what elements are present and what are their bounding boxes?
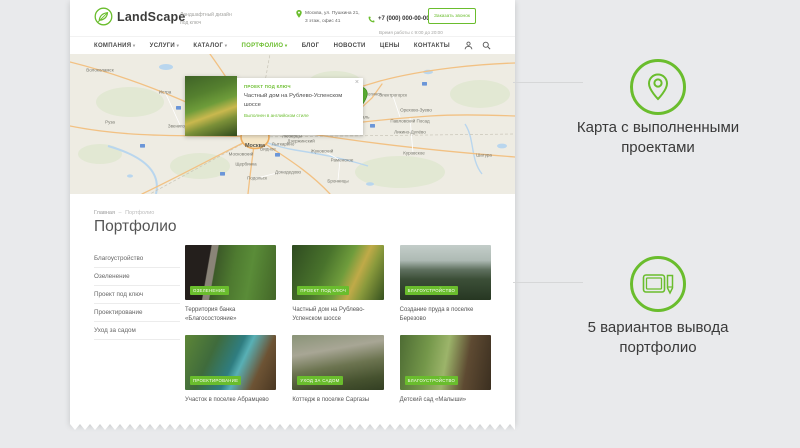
phone-icon (368, 16, 375, 23)
connector-line (513, 82, 583, 83)
portfolio-card-photo: УХОД ЗА САДОМ (292, 335, 383, 390)
map-town-label: Орехово-Зуево (400, 108, 432, 113)
portfolio-card-caption: Территория банка «Благосостояние» (185, 306, 276, 325)
portfolio-card-badge: ПРОЕКТИРОВАНИЕ (190, 376, 241, 385)
map-town-label: Раменское (331, 158, 354, 163)
address-line1: Москва, ул. Пушкина 21, (305, 10, 360, 18)
portfolio-filter-item[interactable]: Озеленение (94, 268, 180, 286)
nav-item[interactable]: КАТАЛОГ (193, 43, 227, 49)
portfolio-filter-item[interactable]: Уход за садом (94, 322, 180, 340)
nav-item[interactable]: КОНТАКТЫ (414, 43, 450, 49)
project-popup-badge: ПРОЕКТ ПОД КЛЮЧ (244, 84, 356, 89)
project-popup-title: Частный дом на Рублево-Успенском шоссе (244, 92, 356, 109)
map-town-label: Подольск (247, 176, 267, 181)
portfolio-feature-caption: 5 вариантов вывода портфолио (563, 318, 753, 359)
portfolio-card-caption: Частный дом на Рублево-Успенском шоссе (292, 306, 383, 325)
address-line2: 3 этаж, офис 41 (305, 18, 360, 26)
map-town-label: Щербинка (235, 162, 256, 167)
portfolio-card[interactable]: ПРОЕКТ ПОД КЛЮЧ Частный дом на Рублево-У… (292, 245, 383, 325)
breadcrumb-home[interactable]: Главная (94, 210, 115, 216)
nav-item[interactable]: НОВОСТИ (334, 43, 366, 49)
nav-item[interactable]: КОМПАНИЯ (94, 43, 135, 49)
map-town-label: Московский (229, 152, 254, 157)
portfolio-card-photo: ОЗЕЛЕНЕНИЕ (185, 245, 276, 300)
portfolio-card-caption: Детский сад «Малыши» (400, 396, 491, 405)
map-town-label: Домодедово (275, 170, 301, 175)
nav-item[interactable]: БЛОГ (302, 43, 320, 49)
map-town-label: Истра (159, 90, 172, 95)
map-town-label: Волоколамск (86, 68, 113, 73)
map-town-label: Жуковский (311, 149, 333, 154)
portfolio-filters: Благоустройство Озеленение Проект под кл… (94, 250, 180, 340)
portfolio-card-badge: ПРОЕКТ ПОД КЛЮЧ (297, 286, 349, 295)
portfolio-card-badge: БЛАГОУСТРОЙСТВО (405, 286, 459, 295)
map-town-label: Павловский Посад (390, 119, 429, 124)
logo[interactable]: LandScape (94, 7, 186, 26)
portfolio-filter-item[interactable]: Проект под ключ (94, 286, 180, 304)
main-nav: КОМПАНИЯ УСЛУГИ КАТАЛОГ ПОРТФОЛИО БЛОГ Н… (70, 36, 515, 54)
portfolio-card-photo: БЛАГОУСТРОЙСТВО (400, 335, 491, 390)
site-header: LandScape Ландшафтный дизайн под ключ Мо… (70, 0, 515, 36)
map-town-label: Ликино-Дулёво (394, 130, 426, 135)
search-icon[interactable] (482, 41, 491, 50)
portfolio-views-icon (642, 271, 674, 297)
logo-text: LandScape (117, 10, 186, 24)
account-icon[interactable] (464, 41, 473, 50)
site-page: LandScape Ландшафтный дизайн под ключ Мо… (70, 0, 515, 424)
nav-item[interactable]: ПОРТФОЛИО (241, 43, 287, 49)
working-hours: Время работы с 9:00 до 20:00 (379, 30, 443, 35)
breadcrumb-current: Портфолио (125, 210, 154, 216)
portfolio-card-badge: УХОД ЗА САДОМ (297, 376, 342, 385)
connector-line (513, 282, 583, 283)
nav-icons (464, 41, 491, 50)
portfolio-card-photo: БЛАГОУСТРОЙСТВО (400, 245, 491, 300)
portfolio-card-badge: ОЗЕЛЕНЕНИЕ (190, 286, 229, 295)
portfolio-card-caption: Коттедж в поселке Саргазы (292, 396, 383, 405)
site-screenshot: LandScape Ландшафтный дизайн под ключ Мо… (70, 0, 515, 432)
portfolio-card[interactable]: ПРОЕКТИРОВАНИЕ Участок в поселке Абрамце… (185, 335, 276, 405)
portfolio-card[interactable]: ОЗЕЛЕНЕНИЕ Территория банка «Благосостоя… (185, 245, 276, 325)
map-town-label: Дзержинский (287, 139, 314, 144)
portfolio-card-photo: ПРОЕКТ ПОД КЛЮЧ (292, 245, 383, 300)
map-feature-circle (630, 59, 686, 115)
portfolio-card-caption: Создание пруда в поселке Березово (400, 306, 491, 325)
project-popup[interactable]: ПРОЕКТ ПОД КЛЮЧ Частный дом на Рублево-У… (185, 76, 363, 136)
torn-edge (70, 424, 515, 432)
project-popup-panel: ПРОЕКТ ПОД КЛЮЧ Частный дом на Рублево-У… (237, 78, 363, 135)
map-town-label: Руза (105, 120, 115, 125)
map-town-label: Бронницы (327, 179, 348, 184)
projects-map[interactable]: Волоколамск Руза Истра Звенигород Москва… (70, 54, 515, 194)
map-town-label: Электрогорск (379, 93, 407, 98)
portfolio-card-photo: ПРОЕКТИРОВАНИЕ (185, 335, 276, 390)
portfolio-filter-item[interactable]: Благоустройство (94, 250, 180, 268)
map-town-label: Видное (260, 147, 276, 152)
order-call-button[interactable]: Заказать звонок (428, 8, 476, 24)
page-title: Портфолио (94, 218, 177, 236)
tagline: Ландшафтный дизайн под ключ (180, 11, 232, 27)
phone-number[interactable]: +7 (000) 000-00-00 (378, 16, 430, 22)
map-town-label: Шатура (476, 153, 492, 158)
project-popup-link[interactable]: Выполнен в английском стиле (244, 113, 356, 118)
portfolio-card[interactable]: БЛАГОУСТРОЙСТВО Создание пруда в поселке… (400, 245, 491, 325)
portfolio-card-badge: БЛАГОУСТРОЙСТВО (405, 376, 459, 385)
nav-item[interactable]: ЦЕНЫ (380, 43, 400, 49)
address-block: Москва, ул. Пушкина 21, 3 этаж, офис 41 (296, 10, 360, 25)
nav-items: КОМПАНИЯ УСЛУГИ КАТАЛОГ ПОРТФОЛИО БЛОГ Н… (94, 43, 450, 49)
portfolio-filter-item[interactable]: Проектирование (94, 304, 180, 322)
leaf-logo-icon (94, 7, 113, 26)
portfolio-feature-circle (630, 256, 686, 312)
location-pin-icon (296, 10, 302, 18)
project-popup-photo (185, 76, 237, 136)
portfolio-card-caption: Участок в поселке Абрамцево (185, 396, 276, 405)
map-pin-icon (646, 72, 670, 102)
close-icon[interactable]: × (355, 79, 359, 86)
breadcrumb: Главная – Портфолио (94, 210, 154, 216)
map-town-label: Куровское (403, 151, 424, 156)
portfolio-grid: ОЗЕЛЕНЕНИЕ Территория банка «Благосостоя… (185, 245, 491, 405)
portfolio-card[interactable]: УХОД ЗА САДОМ Коттедж в поселке Саргазы (292, 335, 383, 405)
portfolio-card[interactable]: БЛАГОУСТРОЙСТВО Детский сад «Малыши» (400, 335, 491, 405)
nav-item[interactable]: УСЛУГИ (150, 43, 179, 49)
breadcrumb-separator: – (118, 210, 121, 216)
map-feature-caption: Карта с выполненными проектами (563, 118, 753, 159)
